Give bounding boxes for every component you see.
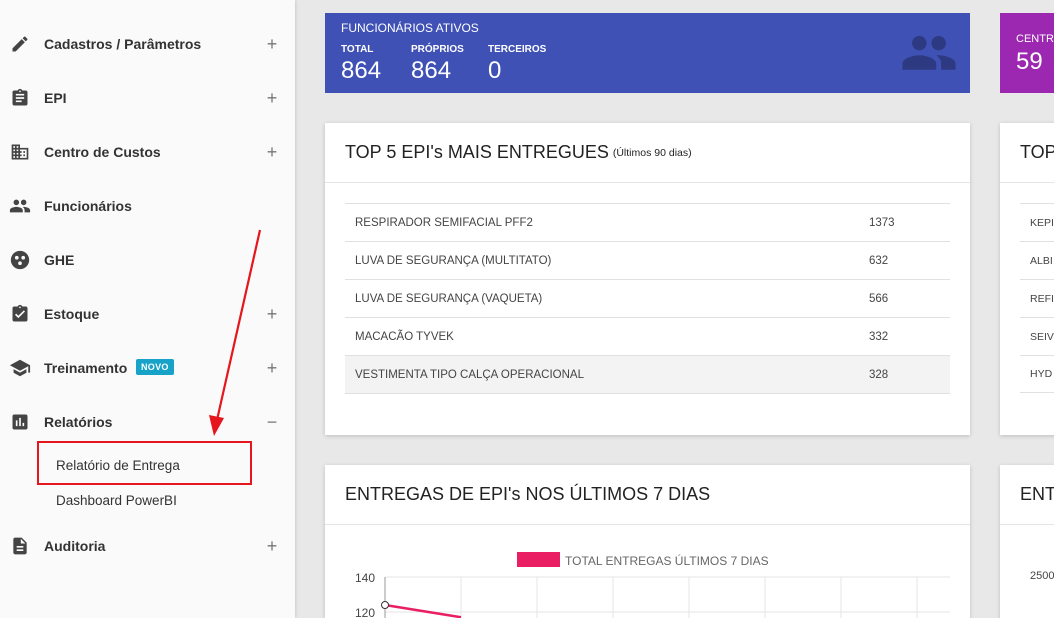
stat-value: 864: [411, 57, 452, 84]
cost-center-card: CENTRO 59: [1000, 13, 1054, 93]
stat-title: CENTRO: [1016, 33, 1054, 45]
annotation-arrow: [209, 229, 262, 436]
active-employees-card: FUNCIONÁRIOS ATIVOS TOTAL 864 PRÓPRIOS 8…: [325, 13, 970, 93]
epi-count: 566: [869, 292, 889, 305]
top5-table: RESPIRADOR SEMIFACIAL PFF2 1373 LUVA DE …: [345, 203, 950, 394]
card-subtitle: (Últimos 90 dias): [612, 146, 692, 159]
sidebar-item-label: Relatórios: [44, 414, 113, 430]
chart-series: [381, 601, 462, 618]
epi-count: 1373: [869, 216, 895, 229]
top-side-card: TOP KEPI ALBI REFI SEIV HYD: [1000, 123, 1054, 435]
list-item: REFI: [1020, 279, 1054, 317]
expand-icon[interactable]: +: [264, 34, 280, 55]
stat-total: TOTAL 864: [341, 44, 381, 85]
card-title: ENT: [1020, 484, 1054, 504]
sidebar-item-label: Treinamento: [44, 360, 128, 376]
list-item: KEPI: [1020, 203, 1054, 241]
table-row: MACACÃO TYVEK 332: [345, 317, 950, 356]
stat-terceiros: TERCEIROS 0: [488, 44, 546, 85]
sidebar-item-epi[interactable]: EPI +: [0, 78, 295, 118]
epi-name: MACACÃO TYVEK: [355, 330, 454, 343]
epi-count: 632: [869, 254, 889, 267]
sidebar-item-label: Centro de Custos: [44, 144, 161, 160]
sidebar-item-label: Funcionários: [44, 198, 132, 214]
sidebar-item-auditoria[interactable]: Auditoria +: [0, 526, 295, 566]
pencil-icon: [9, 33, 31, 55]
group-icon: [9, 249, 31, 271]
card-title: TOP: [1020, 142, 1054, 162]
stat-value: 0: [488, 57, 502, 84]
sidebar-item-label: GHE: [44, 252, 75, 268]
card-header: ENT: [1000, 465, 1054, 525]
submenu-dashboard-powerbi[interactable]: Dashboard PowerBI: [56, 493, 177, 508]
y-tick-label: 2500: [1030, 570, 1054, 582]
clipboard-icon: [9, 87, 31, 109]
bar-chart-icon: [9, 411, 31, 433]
stat-label: PRÓPRIOS: [411, 44, 464, 55]
table-row: RESPIRADOR SEMIFACIAL PFF2 1373: [345, 203, 950, 242]
sidebar-item-label: Estoque: [44, 306, 100, 322]
series-line: [384, 603, 462, 618]
epi-name: RESPIRADOR SEMIFACIAL PFF2: [355, 216, 533, 229]
sidebar-item-centro-de-custos[interactable]: Centro de Custos +: [0, 132, 295, 172]
epi-name: LUVA DE SEGURANÇA (VAQUETA): [355, 292, 543, 305]
stat-label: TOTAL: [341, 44, 374, 55]
stat-value: 59: [1016, 48, 1043, 75]
table-row: LUVA DE SEGURANÇA (VAQUETA) 566: [345, 279, 950, 318]
expand-icon[interactable]: +: [264, 536, 280, 557]
card-header: TOP 5 EPI's MAIS ENTREGUES (Últimos 90 d…: [325, 123, 970, 183]
entregas-line-chart: TOTAL ENTREGAS ÚLTIMOS 7 DIAS 140 120: [355, 552, 950, 618]
sidebar-item-label: EPI: [44, 90, 67, 106]
card-header: TOP: [1000, 123, 1054, 183]
epi-name: LUVA DE SEGURANÇA (MULTITATO): [355, 254, 552, 267]
expand-icon[interactable]: +: [264, 142, 280, 163]
chart-grid: [384, 576, 950, 618]
top5-epi-card: TOP 5 EPI's MAIS ENTREGUES (Últimos 90 d…: [325, 123, 970, 435]
card-title: TOP 5 EPI's MAIS ENTREGUES: [345, 142, 609, 162]
y-tick-label: 140: [355, 571, 375, 585]
people-icon: [902, 35, 956, 70]
entregas-side-card: ENT 2500: [1000, 465, 1054, 618]
sidebar-item-label: Auditoria: [44, 538, 106, 554]
new-badge: NOVO: [136, 359, 174, 375]
table-row: VESTIMENTA TIPO CALÇA OPERACIONAL 328: [345, 355, 950, 394]
building-icon: [9, 141, 31, 163]
document-icon: [9, 535, 31, 557]
card-title: ENTREGAS DE EPI's NOS ÚLTIMOS 7 DIAS: [345, 484, 711, 504]
clipboard-check-icon: [9, 303, 31, 325]
stat-proprios: PRÓPRIOS 864: [411, 44, 464, 85]
card-header: ENTREGAS DE EPI's NOS ÚLTIMOS 7 DIAS: [325, 465, 970, 525]
people-icon: [9, 195, 31, 217]
stat-value: 864: [341, 57, 382, 84]
stat-label: TERCEIROS: [488, 44, 547, 55]
data-point[interactable]: [381, 601, 389, 609]
list-item: SEIV: [1020, 317, 1054, 355]
table-row: LUVA DE SEGURANÇA (MULTITATO) 632: [345, 241, 950, 280]
sidebar-item-funcionarios[interactable]: Funcionários: [0, 186, 295, 226]
list-item: ALBI: [1020, 241, 1054, 279]
graduation-cap-icon: [9, 357, 31, 379]
sidebar-item-label: Cadastros / Parâmetros: [44, 36, 202, 52]
sidebar-item-cadastros[interactable]: Cadastros / Parâmetros +: [0, 24, 295, 64]
top-side-list: KEPI ALBI REFI SEIV HYD: [1020, 203, 1054, 393]
expand-icon[interactable]: +: [264, 88, 280, 109]
epi-name: VESTIMENTA TIPO CALÇA OPERACIONAL: [355, 368, 584, 381]
epi-count: 332: [869, 330, 889, 343]
y-tick-label: 120: [355, 606, 375, 618]
legend-swatch: [517, 552, 560, 567]
stat-title: FUNCIONÁRIOS ATIVOS: [341, 21, 479, 35]
annotation-highlight-box: [37, 441, 252, 485]
entregas-chart-card: ENTREGAS DE EPI's NOS ÚLTIMOS 7 DIAS TOT…: [325, 465, 970, 618]
list-item: HYD: [1020, 355, 1054, 393]
epi-count: 328: [869, 368, 889, 381]
legend-label: TOTAL ENTREGAS ÚLTIMOS 7 DIAS: [565, 553, 769, 568]
